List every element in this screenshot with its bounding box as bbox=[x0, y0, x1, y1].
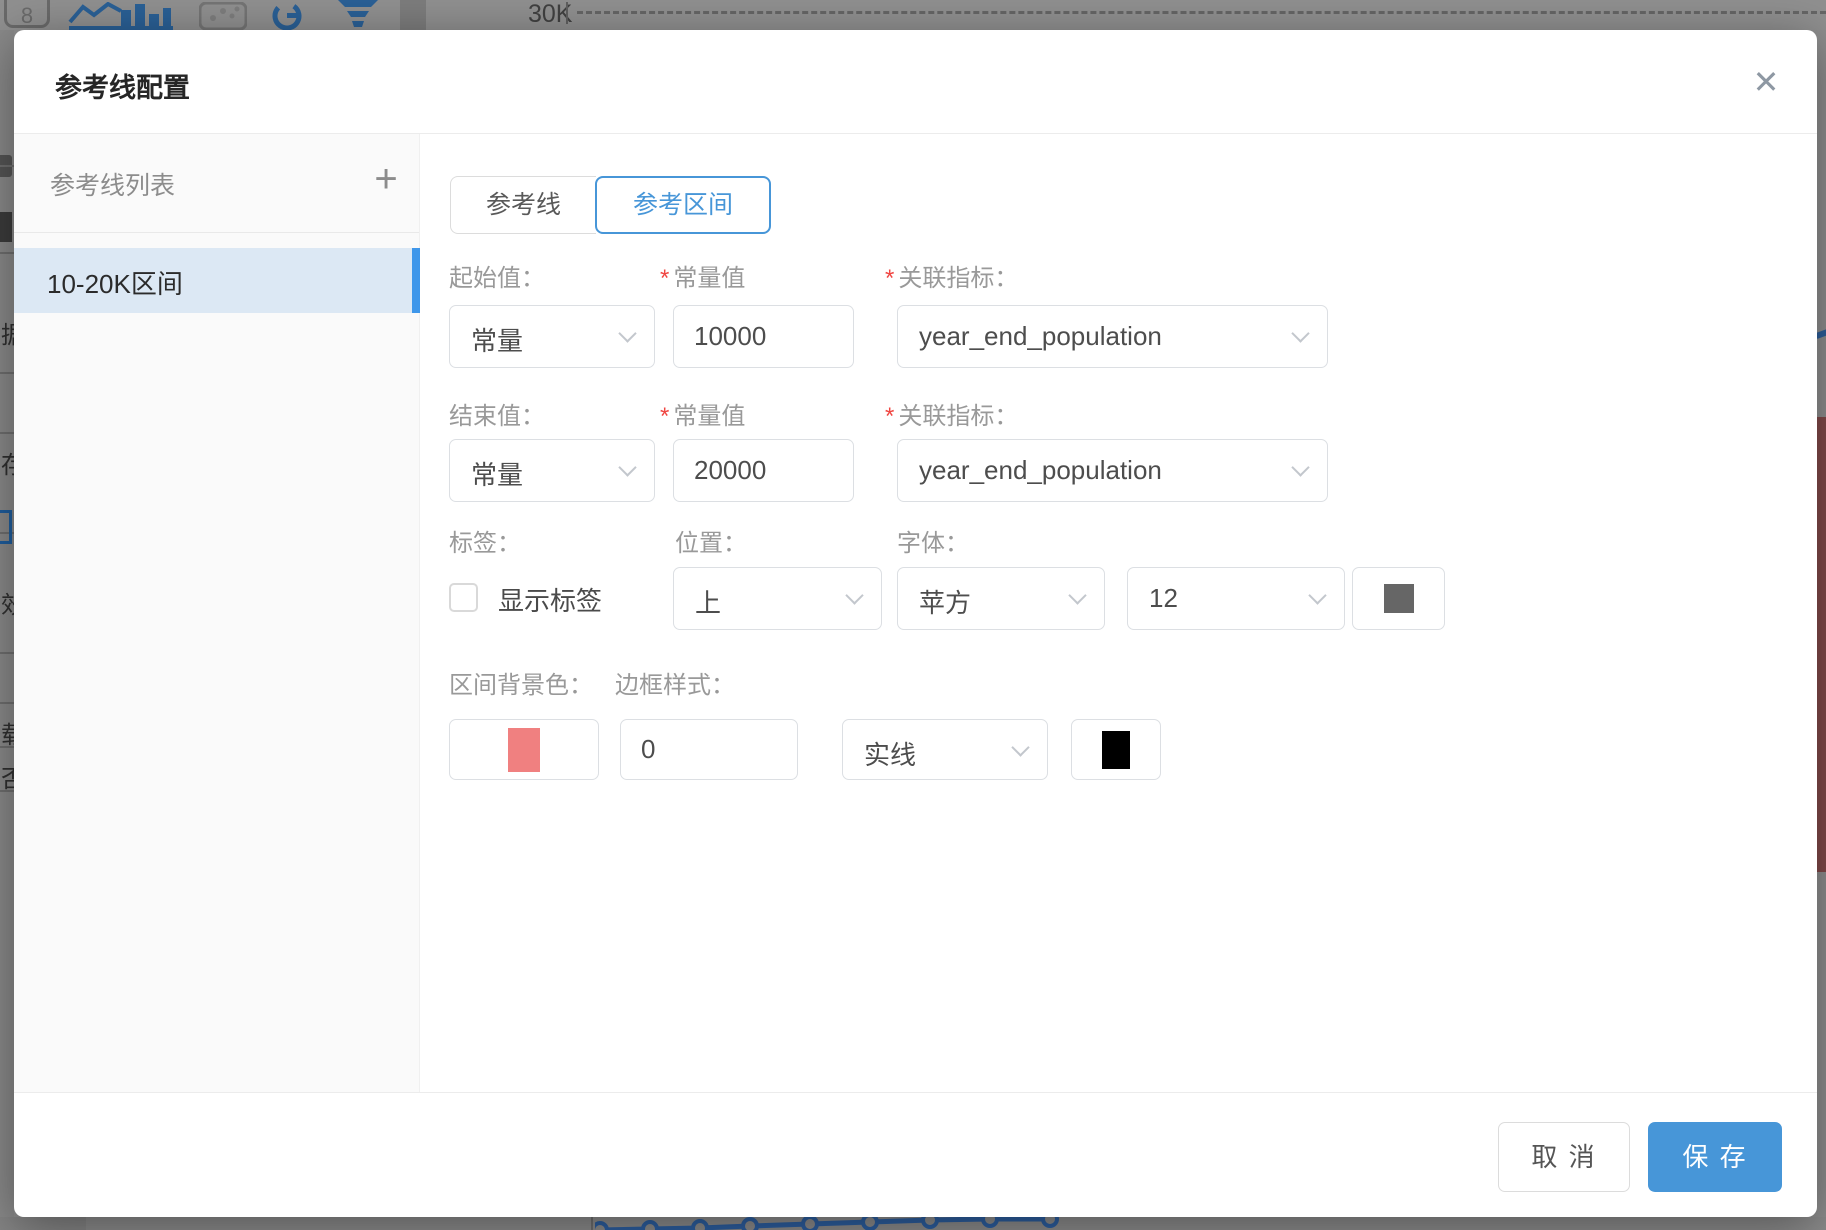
end-type-select[interactable]: 常量 bbox=[449, 439, 655, 502]
font-family-select[interactable]: 苹方 bbox=[897, 567, 1105, 630]
bar-chart-icon bbox=[119, 0, 173, 30]
list-header-divider bbox=[14, 232, 419, 233]
list-item-selected[interactable]: 10-20K区间 bbox=[14, 248, 420, 313]
dialog-header: 参考线配置 ✕ bbox=[14, 30, 1817, 133]
chart-type-toolbar: 8 30K bbox=[0, 0, 1826, 30]
gridline-dashed bbox=[577, 11, 1826, 14]
chevron-down-icon bbox=[1291, 458, 1309, 476]
border-width-input[interactable] bbox=[620, 719, 798, 780]
font-size-select[interactable]: 12 bbox=[1127, 567, 1345, 630]
clipped-label: 存 bbox=[1, 445, 14, 480]
clipped-input-fragment bbox=[0, 510, 12, 544]
panel-icon-fragment bbox=[0, 212, 12, 242]
border-style-select[interactable]: 实线 bbox=[842, 719, 1048, 780]
start-const-input[interactable] bbox=[673, 305, 854, 368]
border-style-label: 边框样式： bbox=[615, 665, 735, 700]
position-label: 位置： bbox=[675, 523, 747, 558]
toolbar-divider bbox=[400, 0, 426, 30]
left-panel-edge: 据 存 效 载 否 bbox=[0, 30, 14, 1230]
show-label-checkbox[interactable] bbox=[449, 583, 478, 612]
funnel-chart-icon bbox=[337, 0, 379, 30]
position-select[interactable]: 上 bbox=[673, 567, 882, 630]
start-metric-label: *关联指标： bbox=[885, 258, 1018, 293]
end-const-label: *常量值 bbox=[660, 396, 745, 431]
chevron-down-icon bbox=[1068, 586, 1086, 604]
start-metric-select[interactable]: year_end_population bbox=[897, 305, 1328, 368]
required-mark: * bbox=[660, 403, 669, 430]
chart-bottom-strip bbox=[0, 1217, 1826, 1230]
line-chart-fragment bbox=[595, 1217, 1075, 1230]
end-metric-label: *关联指标： bbox=[885, 396, 1018, 431]
pie-chart-icon bbox=[268, 0, 308, 30]
list-panel-header: 参考线列表 + bbox=[14, 134, 419, 232]
clipped-label: 否 bbox=[1, 759, 14, 794]
chevron-down-icon bbox=[1291, 324, 1309, 342]
reference-band-fragment bbox=[1817, 417, 1826, 872]
reference-line-config-dialog: 参考线配置 ✕ 参考线列表 + 10-20K区间 参考线 参考区间 起始值： *… bbox=[14, 30, 1817, 1217]
record-count-icon: 8 bbox=[4, 0, 50, 28]
band-bg-color-label: 区间背景色： bbox=[449, 665, 593, 700]
required-mark: * bbox=[885, 403, 894, 430]
clipped-label: 据 bbox=[1, 315, 14, 350]
required-mark: * bbox=[885, 265, 894, 292]
start-value-label: 起始值： bbox=[449, 258, 545, 293]
footer-divider bbox=[14, 1092, 1817, 1093]
tab-reference-line[interactable]: 参考线 bbox=[450, 176, 596, 234]
line-chart-icon bbox=[67, 0, 125, 30]
end-value-label: 结束值： bbox=[449, 396, 545, 431]
selected-indicator-stripe bbox=[412, 248, 420, 313]
border-color-picker[interactable] bbox=[1071, 719, 1161, 780]
show-label-text: 显示标签 bbox=[498, 581, 602, 618]
border-color-swatch bbox=[1102, 731, 1130, 769]
label-section-label: 标签： bbox=[449, 523, 521, 558]
end-const-input[interactable] bbox=[673, 439, 854, 502]
clipped-label: 效 bbox=[1, 585, 14, 620]
chevron-down-icon bbox=[1011, 738, 1029, 756]
start-type-select[interactable]: 常量 bbox=[449, 305, 655, 368]
cancel-button[interactable]: 取 消 bbox=[1498, 1122, 1630, 1192]
reference-line-list-panel: 参考线列表 + 10-20K区间 bbox=[14, 134, 420, 1092]
list-item-label: 10-20K区间 bbox=[47, 264, 183, 301]
font-label: 字体： bbox=[897, 523, 969, 558]
band-bg-color-swatch bbox=[508, 728, 540, 772]
chevron-down-icon bbox=[618, 324, 636, 342]
end-metric-select[interactable]: year_end_population bbox=[897, 439, 1328, 502]
chevron-down-icon bbox=[1308, 586, 1326, 604]
close-icon[interactable]: ✕ bbox=[1744, 60, 1788, 104]
scatter-chart-icon bbox=[199, 0, 247, 30]
start-const-label: *常量值 bbox=[660, 258, 745, 293]
dialog-title: 参考线配置 bbox=[55, 66, 190, 105]
tab-reference-interval[interactable]: 参考区间 bbox=[595, 176, 771, 234]
required-mark: * bbox=[660, 265, 669, 292]
y-axis-tick bbox=[566, 2, 568, 24]
chevron-down-icon bbox=[845, 586, 863, 604]
clipped-label: 载 bbox=[1, 715, 14, 750]
save-button[interactable]: 保 存 bbox=[1648, 1122, 1782, 1192]
list-panel-title: 参考线列表 bbox=[50, 166, 175, 202]
font-color-swatch bbox=[1384, 584, 1414, 613]
font-color-picker[interactable] bbox=[1352, 567, 1445, 630]
chevron-down-icon bbox=[618, 458, 636, 476]
add-reference-line-button[interactable]: + bbox=[358, 152, 414, 208]
band-bg-color-picker[interactable] bbox=[449, 719, 599, 780]
axis-divider bbox=[591, 1217, 593, 1230]
